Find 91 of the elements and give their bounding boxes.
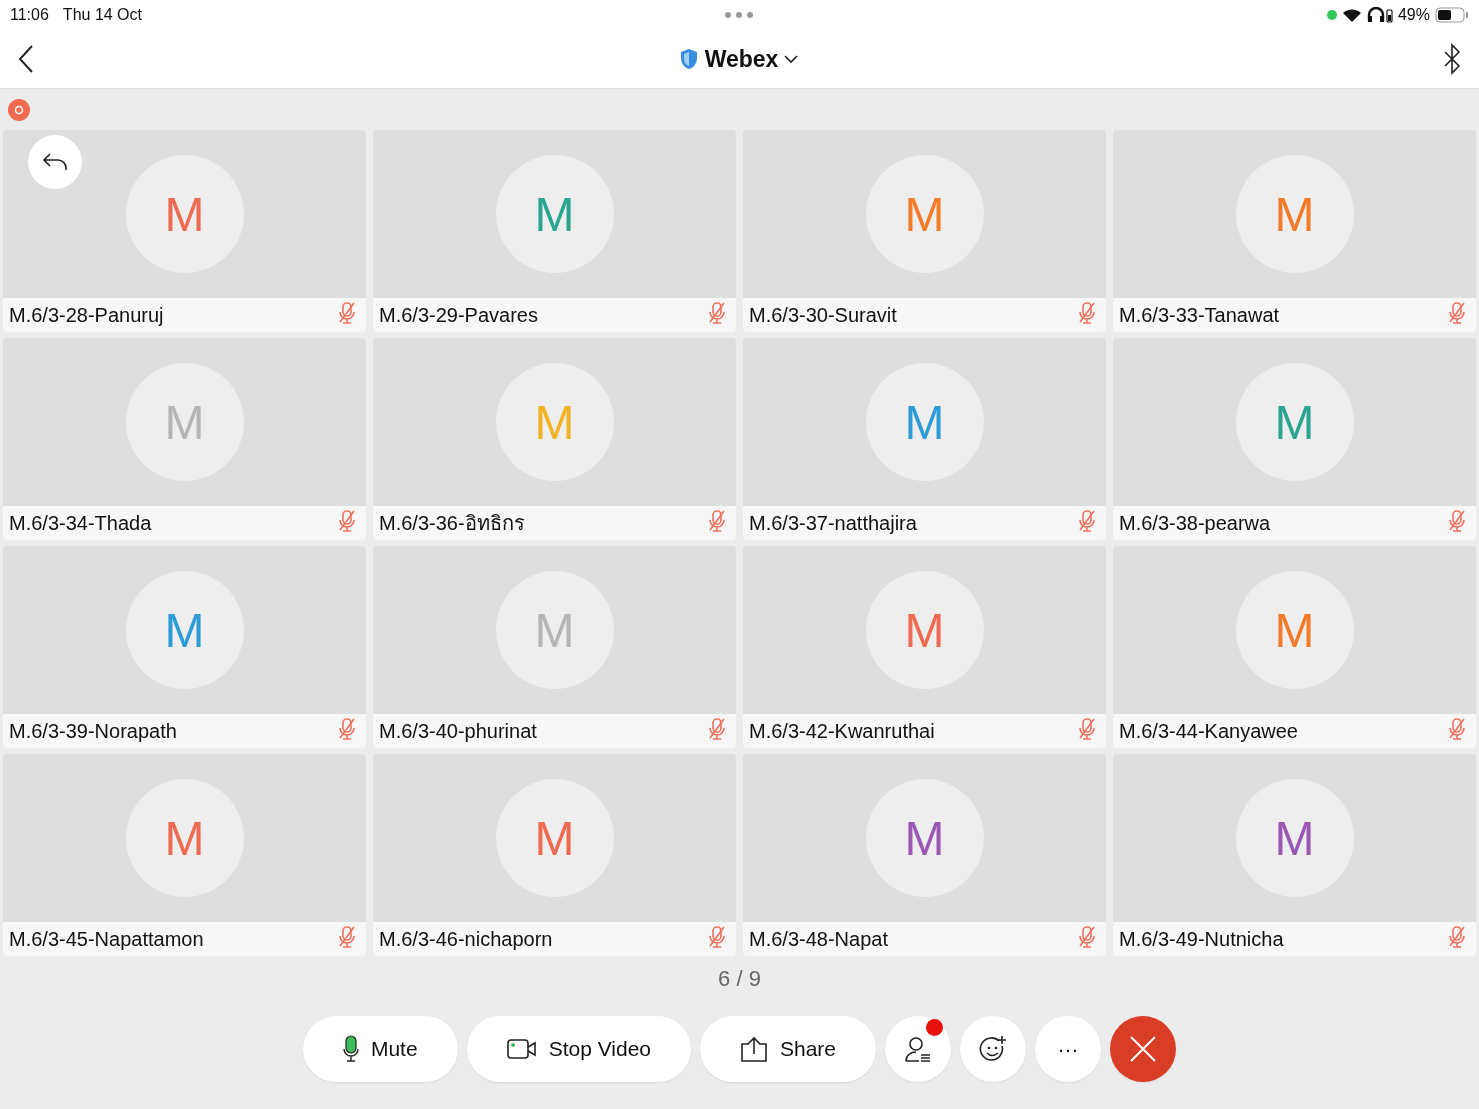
chevron-down-icon[interactable] [784,54,799,64]
participant-tile[interactable]: M M.6/3-40-phurinat [373,546,736,748]
participant-tile[interactable]: M M.6/3-45-Napattamon [3,754,366,956]
participant-name: M.6/3-46-nichaporn [379,927,553,951]
participant-tile[interactable]: M M.6/3-49-Nutnicha [1113,754,1476,956]
participant-name: M.6/3-39-Norapath [9,719,177,743]
participant-tile[interactable]: M M.6/3-34-Thada [3,338,366,540]
muted-microphone-icon [1448,717,1466,741]
status-time: 11:06 [10,6,49,24]
avatar-initial: M [1235,571,1354,689]
participant-name: M.6/3-36-อิทธิกร [379,511,525,536]
participant-name: M.6/3-38-pearwa [1119,511,1271,535]
avatar-initial: M [865,779,984,897]
battery-icon [1435,7,1469,23]
muted-microphone-icon [708,509,726,533]
avatar-initial: M [865,363,984,481]
share-icon [740,1036,768,1062]
muted-microphone-icon [708,301,726,325]
muted-microphone-icon [1078,509,1096,533]
muted-microphone-icon [338,925,356,949]
muted-microphone-icon [1448,301,1466,325]
stop-video-button[interactable]: Stop Video [466,1016,691,1082]
mute-button[interactable]: Mute [302,1016,458,1082]
participant-name: M.6/3-37-natthajira [749,511,917,535]
meeting-title[interactable]: Webex [704,45,779,73]
avatar-initial: M [495,779,614,897]
participant-tile[interactable]: M M.6/3-39-Norapath [3,546,366,748]
headphones-battery-icon [1366,7,1393,23]
muted-microphone-icon [338,509,356,533]
participant-tile[interactable]: M M.6/3-30-Suravit [743,130,1106,332]
participant-tile[interactable]: M M.6/3-28-Panuruj [3,130,366,332]
avatar-initial: M [865,571,984,689]
avatar-initial: M [125,571,244,689]
back-chevron-icon[interactable] [18,45,34,73]
page-indicator: 6 / 9 [718,966,761,991]
person-list-icon [904,1036,933,1062]
participant-tile[interactable]: M M.6/3-29-Pavares [373,130,736,332]
participant-name: M.6/3-48-Napat [749,927,888,951]
participant-tile[interactable]: M M.6/3-46-nichaporn [373,754,736,956]
video-camera-icon [506,1038,537,1060]
avatar-initial: M [495,571,614,689]
avatar-initial: M [1235,363,1354,481]
muted-microphone-icon [338,717,356,741]
participant-name: M.6/3-33-Tanawat [1119,303,1280,327]
muted-microphone-icon [708,925,726,949]
participant-tile[interactable]: M M.6/3-42-Kwanruthai [743,546,1106,748]
avatar-initial: M [1235,155,1354,273]
participant-name: M.6/3-29-Pavares [379,303,538,327]
avatar-initial: M [495,363,614,481]
muted-microphone-icon [1448,509,1466,533]
avatar-initial: M [495,155,614,273]
muted-microphone-icon [1448,925,1466,949]
participant-name: M.6/3-45-Napattamon [9,927,204,951]
participant-tile[interactable]: M M.6/3-48-Napat [743,754,1106,956]
participant-tile[interactable]: M M.6/3-44-Kanyawee [1113,546,1476,748]
avatar-initial: M [125,155,244,273]
muted-microphone-icon [1078,925,1096,949]
camera-in-use-dot-icon [1326,10,1337,20]
participant-tile[interactable]: M M.6/3-37-natthajira [743,338,1106,540]
participant-name: M.6/3-42-Kwanruthai [749,719,935,743]
participant-name: M.6/3-40-phurinat [379,719,537,743]
multitasking-dots-icon [724,11,754,19]
participant-tile[interactable]: M M.6/3-38-pearwa [1113,338,1476,540]
participant-tile[interactable]: M M.6/3-36-อิทธิกร [373,338,736,540]
participant-name: M.6/3-30-Suravit [749,303,897,327]
avatar-initial: M [865,155,984,273]
participant-name: M.6/3-34-Thada [9,511,152,535]
participant-name: M.6/3-44-Kanyawee [1119,719,1298,743]
battery-percentage: 49% [1397,6,1430,24]
status-date: Thu 14 Oct [62,6,142,24]
shield-icon [678,48,699,70]
back-arrow-button[interactable] [28,135,82,189]
avatar-initial: M [125,779,244,897]
wifi-icon [1341,7,1362,23]
muted-microphone-icon [708,717,726,741]
microphone-icon [342,1035,359,1063]
more-button[interactable]: ··· [1035,1016,1102,1082]
avatar-initial: M [125,363,244,481]
share-button[interactable]: Share [700,1016,877,1082]
muted-microphone-icon [1078,717,1096,741]
close-icon [1130,1036,1157,1062]
muted-microphone-icon [1078,301,1096,325]
bluetooth-icon[interactable] [1443,43,1461,75]
participant-name: M.6/3-28-Panuruj [9,303,164,327]
avatar-initial: M [1235,779,1354,897]
reply-arrow-icon [42,152,68,172]
participant-tile[interactable]: M M.6/3-33-Tanawat [1113,130,1476,332]
participant-name: M.6/3-49-Nutnicha [1119,927,1284,951]
muted-microphone-icon [338,301,356,325]
smiley-add-icon [979,1035,1008,1063]
record-ring-icon [14,104,24,115]
